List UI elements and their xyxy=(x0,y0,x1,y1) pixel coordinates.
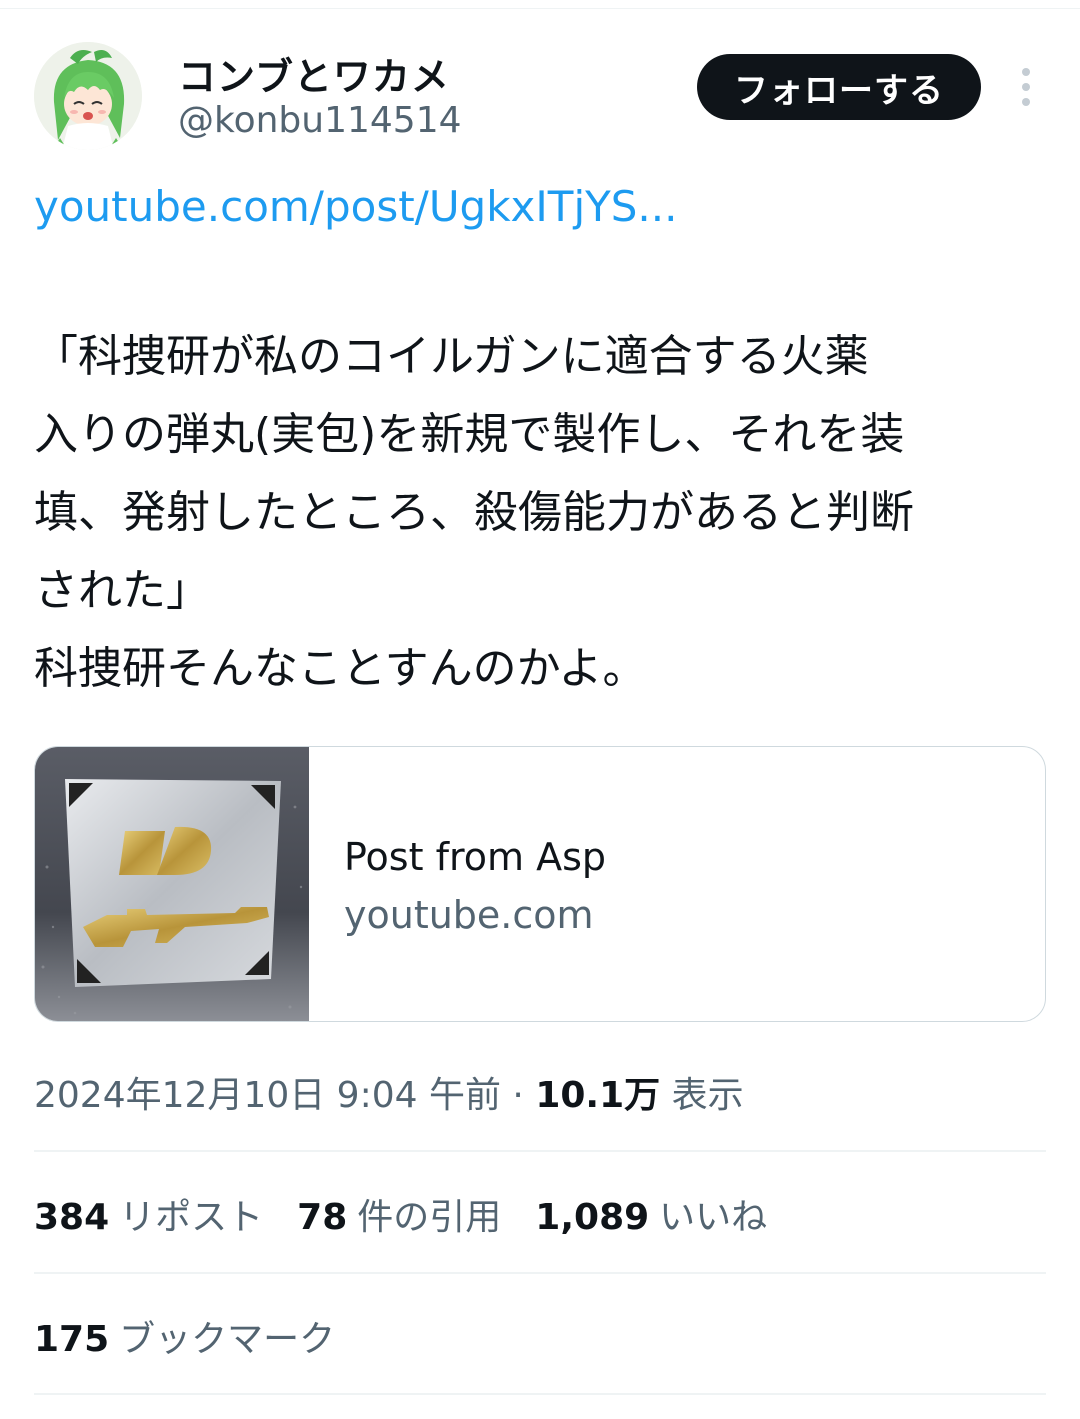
post-text-line: 入りの弾丸(実包)を新規で製作し、それを装 xyxy=(34,409,905,460)
post-timestamp[interactable]: 2024年12月10日 9:04 午前 xyxy=(34,1075,501,1116)
views-count: 10.1万 xyxy=(535,1075,661,1116)
likes-stat[interactable]: 1,089 いいね xyxy=(535,1188,767,1240)
post-link[interactable]: youtube.com/post/UgkxITjYS... xyxy=(34,182,677,231)
bookmarks-label: ブックマーク xyxy=(119,1319,336,1360)
display-name[interactable]: コンブとワカメ xyxy=(178,46,450,101)
card-domain: youtube.com xyxy=(344,893,594,937)
post-text-line: 填、発射したところ、殺傷能力があると判断 xyxy=(34,487,914,538)
reposts-count: 384 xyxy=(34,1197,110,1238)
quotes-label: 件の引用 xyxy=(357,1197,502,1238)
more-dot xyxy=(1022,98,1030,106)
views-label: 表示 xyxy=(660,1075,744,1116)
likes-label: いいね xyxy=(659,1197,768,1238)
quotes-stat[interactable]: 78 件の引用 xyxy=(297,1188,501,1240)
reposts-label: リポスト xyxy=(119,1197,264,1238)
divider xyxy=(34,1150,1046,1152)
post-meta: 2024年12月10日 9:04 午前 · 10.1万 表示 xyxy=(34,1066,744,1118)
quotes-count: 78 xyxy=(297,1197,348,1238)
post-text: 「科捜研が私のコイルガンに適合する火薬 入りの弾丸(実包)を新規で製作し、それを… xyxy=(34,318,1044,708)
link-preview-card[interactable]: Post from Asp youtube.com xyxy=(34,746,1046,1022)
post-text-line: された」 xyxy=(34,565,210,616)
avatar-image xyxy=(34,42,142,150)
post-text-line: 科捜研そんなことすんのかよ。 xyxy=(34,643,647,694)
top-divider xyxy=(0,8,1080,9)
avatar[interactable] xyxy=(34,42,142,150)
user-handle[interactable]: @konbu114514 xyxy=(178,100,462,141)
reposts-stat[interactable]: 384 リポスト xyxy=(34,1188,263,1240)
more-dot xyxy=(1022,68,1030,76)
divider xyxy=(34,1272,1046,1274)
bookmarks-count: 175 xyxy=(34,1319,110,1360)
more-options-icon[interactable] xyxy=(1004,64,1048,110)
bookmarks-stat[interactable]: 175 ブックマーク xyxy=(34,1310,335,1362)
divider xyxy=(34,1393,1046,1395)
likes-count: 1,089 xyxy=(535,1197,650,1238)
meta-separator: · xyxy=(500,1075,536,1116)
post-text-line: 「科捜研が私のコイルガンに適合する火薬 xyxy=(34,331,869,382)
engagement-stats: 384 リポスト 78 件の引用 1,089 いいね xyxy=(34,1188,767,1240)
follow-button[interactable]: フォローする xyxy=(697,54,981,120)
card-thumbnail xyxy=(35,747,309,1021)
more-dot xyxy=(1022,83,1030,91)
card-title: Post from Asp xyxy=(344,835,607,879)
